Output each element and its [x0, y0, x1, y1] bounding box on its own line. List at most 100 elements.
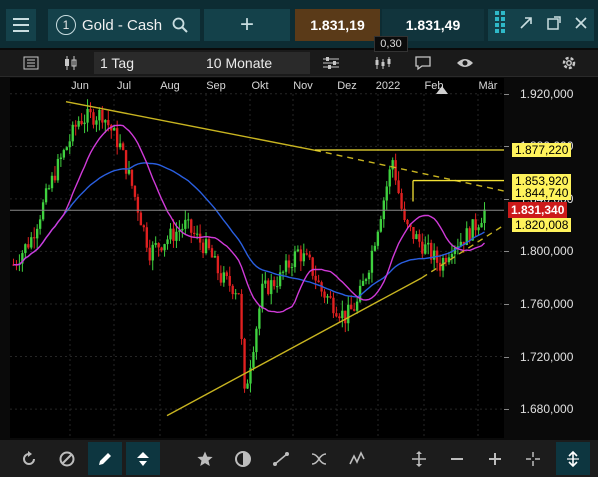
instrument-number-badge: 1 [56, 15, 76, 35]
candle [255, 328, 258, 353]
menu-button[interactable] [6, 9, 36, 41]
candle [450, 253, 454, 258]
candle [59, 157, 63, 159]
y-tick-label: 1.800,000 [520, 244, 574, 259]
candle [80, 120, 83, 125]
candle [193, 232, 196, 234]
candle [86, 108, 89, 123]
candle [139, 212, 143, 226]
move-icon[interactable] [402, 442, 436, 475]
candle [364, 279, 368, 281]
candle [421, 241, 424, 254]
candle [468, 228, 471, 241]
contrast-icon[interactable] [226, 442, 260, 475]
line-tool-icon[interactable] [264, 442, 298, 475]
candle [246, 383, 249, 389]
candle [424, 244, 427, 254]
candle [207, 239, 211, 249]
candle [231, 285, 234, 295]
candle [267, 280, 270, 295]
candle [160, 247, 163, 251]
candle [169, 228, 172, 240]
candle [391, 160, 394, 170]
minus-icon[interactable] [440, 442, 474, 475]
add-instrument-button[interactable]: + [204, 9, 290, 41]
bid-price[interactable]: 1.831,19 [295, 9, 380, 41]
candle [329, 296, 332, 298]
candle [314, 275, 317, 281]
crosshair-icon[interactable] [516, 442, 550, 475]
y-tick-label: 1.920,000 [520, 86, 574, 101]
candle [216, 256, 220, 274]
candle [225, 272, 228, 277]
candle [47, 188, 51, 190]
x-tick-label: Okt [251, 80, 268, 92]
comment-icon[interactable] [406, 52, 440, 74]
candle [355, 301, 359, 311]
candle [27, 244, 30, 248]
candle [190, 219, 193, 233]
candle [38, 219, 42, 229]
candle [335, 313, 338, 317]
candle [379, 219, 383, 232]
candle [181, 228, 184, 231]
star-icon[interactable] [188, 442, 222, 475]
close-icon[interactable] [574, 16, 588, 34]
price-chart[interactable]: Jun Jul Aug Sep Okt Nov Dez 2022 Feb Mär [10, 78, 504, 438]
candle [376, 231, 380, 246]
wave-icon[interactable] [302, 442, 336, 475]
range-selector[interactable]: 10 Monate [198, 52, 310, 74]
instrument-selector[interactable]: 1 Gold - Cash [48, 9, 200, 41]
candle [228, 276, 231, 286]
candle [477, 227, 480, 231]
chart-type-icon[interactable] [54, 52, 88, 74]
candle [415, 234, 418, 239]
maximize-icon[interactable] [546, 15, 562, 35]
y-tick [504, 146, 509, 148]
list-icon[interactable] [14, 52, 48, 74]
candle [480, 223, 483, 228]
candle [474, 219, 477, 231]
y-tick [504, 303, 509, 305]
candle [287, 260, 291, 268]
candle [438, 262, 442, 271]
candle [213, 256, 217, 258]
candle [133, 185, 137, 197]
level-tag[interactable]: 1.820,008 [512, 218, 572, 233]
plus-icon[interactable] [478, 442, 512, 475]
level-tag[interactable]: 1.844,740 [512, 185, 572, 200]
pencil-icon[interactable] [88, 442, 122, 475]
level-tag[interactable]: 1.877,220 [512, 142, 572, 157]
candle [240, 293, 243, 339]
x-tick-label: Jun [71, 80, 89, 92]
candle [187, 219, 190, 221]
vertical-arrow-icon[interactable] [556, 442, 590, 475]
triangle-icon[interactable] [126, 442, 160, 475]
search-icon[interactable] [172, 17, 188, 33]
candle [41, 202, 45, 220]
candle [432, 250, 436, 260]
candle [344, 310, 347, 324]
indicator-icon[interactable] [366, 52, 400, 74]
eye-icon[interactable] [448, 52, 482, 74]
gear-icon[interactable] [552, 52, 586, 74]
candle [166, 239, 169, 245]
layout-icon[interactable] [494, 9, 506, 41]
candle [107, 120, 110, 126]
candle [261, 283, 264, 309]
settings-sliders-icon[interactable] [314, 52, 348, 74]
candle [370, 250, 374, 273]
candle [184, 219, 187, 229]
candle [148, 247, 151, 261]
refresh-icon[interactable] [12, 442, 46, 475]
cancel-icon[interactable] [50, 442, 84, 475]
candle [347, 304, 350, 324]
candle [151, 244, 154, 261]
candle [219, 273, 223, 283]
zigzag-icon[interactable] [340, 442, 374, 475]
candle [145, 227, 148, 248]
candle [388, 169, 391, 187]
popout-icon[interactable] [518, 15, 534, 35]
interval-selector[interactable]: 1 Tag [94, 52, 200, 74]
candle [323, 291, 326, 298]
